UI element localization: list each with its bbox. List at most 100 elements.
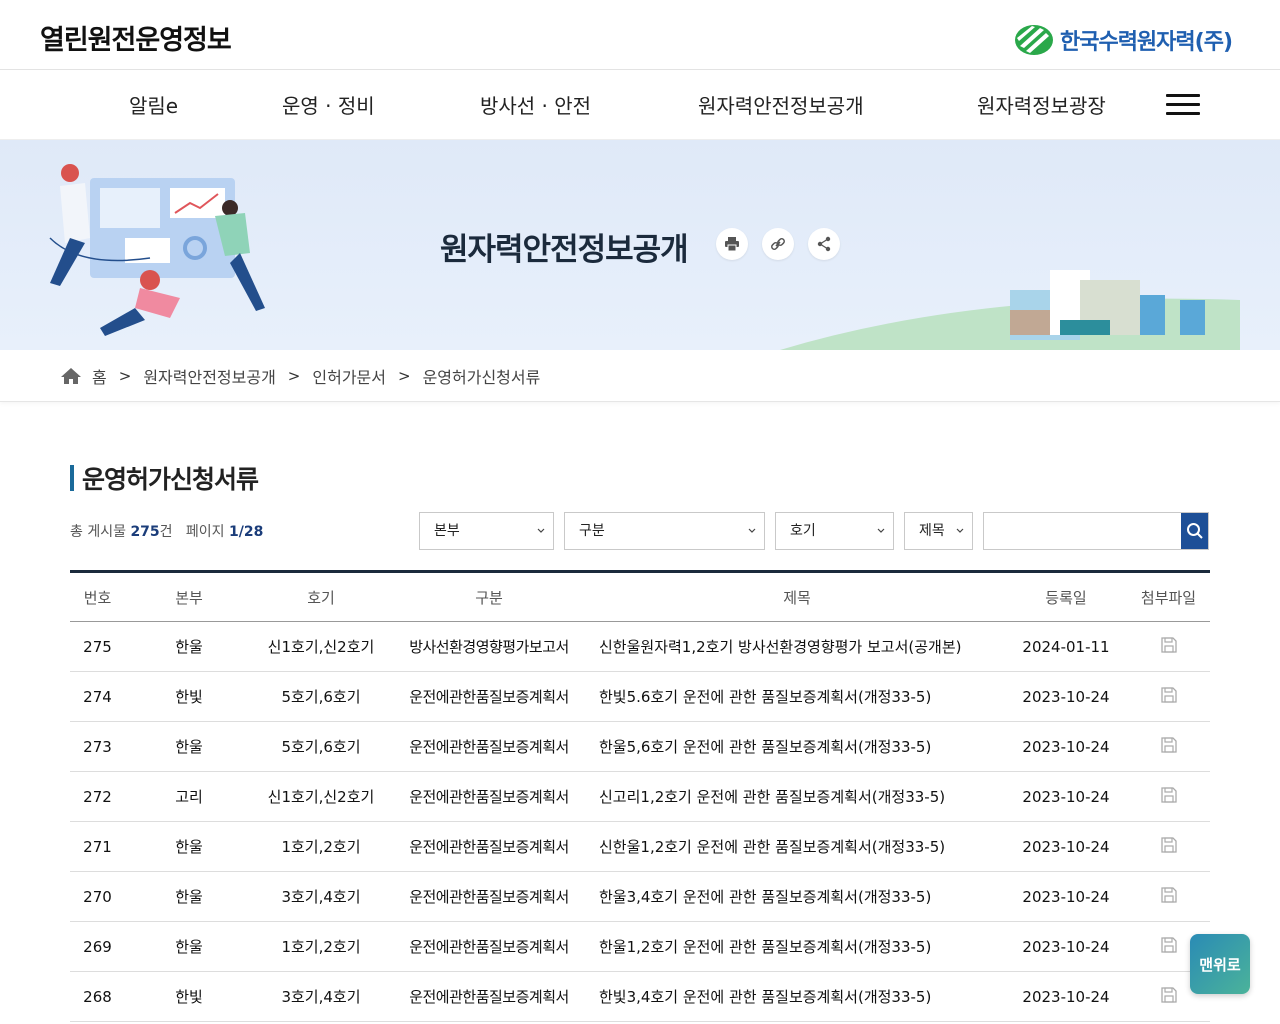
row-date: 2023-10-24: [1005, 721, 1127, 772]
row-no: 273: [70, 721, 125, 772]
chevron-down-icon: [537, 528, 545, 533]
breadcrumb-separator: >: [118, 366, 132, 385]
category-select[interactable]: 구분: [564, 512, 765, 550]
save-file-icon[interactable]: [1160, 686, 1178, 704]
row-unit: 3호기,4호기: [253, 871, 389, 922]
row-title-link[interactable]: 한빛3,4호기 운전에 관한 품질보증계획서(개정33-5): [589, 971, 1005, 1022]
save-file-icon[interactable]: [1160, 986, 1178, 1004]
row-unit: 신1호기,신2호기: [253, 621, 389, 672]
page-banner: 원자력안전정보공개: [0, 140, 1280, 350]
row-attachment: [1127, 671, 1210, 722]
nav-item-notice[interactable]: 알림e: [129, 90, 178, 119]
table-row[interactable]: 273 한울 5호기,6호기 운전에관한품질보증계획서 한울5,6호기 운전에 관한 품…: [70, 721, 1210, 772]
table-header-row: 번호 본부 호기 구분 제목 등록일 첨부파일: [70, 571, 1210, 622]
row-unit: 3호기,4호기: [253, 971, 389, 1022]
row-date: 2023-10-24: [1005, 771, 1127, 822]
brand-logo[interactable]: 한국수력원자력(주): [1014, 24, 1233, 56]
row-title-link[interactable]: 한빛5.6호기 운전에 관한 품질보증계획서(개정33-5): [589, 671, 1005, 722]
col-header-attachment: 첨부파일: [1127, 571, 1210, 622]
nav-item-operation[interactable]: 운영 · 정비: [282, 90, 375, 119]
row-title-link[interactable]: 한울1,2호기 운전에 관한 품질보증계획서(개정33-5): [589, 921, 1005, 972]
back-to-top-button[interactable]: 맨위로: [1190, 934, 1250, 994]
row-date: 2023-10-24: [1005, 871, 1127, 922]
col-header-category: 구분: [389, 571, 589, 622]
save-file-icon[interactable]: [1160, 736, 1178, 754]
nav-item-nuclear-plaza[interactable]: 원자력정보광장: [977, 90, 1106, 119]
page-title: 운영허가신청서류: [70, 460, 259, 496]
main-navigation: 알림e 운영 · 정비 방사선 · 안전 원자력안전정보공개 원자력정보광장: [0, 70, 1280, 140]
row-category: 운전에관한품질보증계획서: [389, 921, 589, 972]
nav-item-safety-info[interactable]: 원자력안전정보공개: [698, 90, 864, 119]
banner-title: 원자력안전정보공개: [440, 232, 689, 268]
row-no: 270: [70, 871, 125, 922]
breadcrumb-safety-info[interactable]: 원자력안전정보공개: [143, 364, 275, 388]
nav-item-radiation[interactable]: 방사선 · 안전: [480, 90, 591, 119]
breadcrumb-separator: >: [397, 366, 411, 385]
row-no: 274: [70, 671, 125, 722]
row-unit: 1호기,2호기: [253, 821, 389, 872]
row-attachment: [1127, 871, 1210, 922]
row-hq: 고리: [125, 771, 253, 822]
table-row[interactable]: 271 한울 1호기,2호기 운전에관한품질보증계획서 신한울1,2호기 운전에 관한 …: [70, 821, 1210, 872]
print-icon[interactable]: [716, 228, 748, 260]
heading-accent-bar: [70, 465, 74, 491]
row-no: 268: [70, 971, 125, 1022]
row-hq: 한울: [125, 621, 253, 672]
table-row[interactable]: 268 한빛 3호기,4호기 운전에관한품질보증계획서 한빛3,4호기 운전에 관한 품…: [70, 971, 1210, 1022]
table-row[interactable]: 272 고리 신1호기,신2호기 운전에관한품질보증계획서 신고리1,2호기 운전에 관…: [70, 771, 1210, 822]
table-row[interactable]: 269 한울 1호기,2호기 운전에관한품질보증계획서 한울1,2호기 운전에 관한 품…: [70, 921, 1210, 972]
row-category: 운전에관한품질보증계획서: [389, 821, 589, 872]
page-title-text: 운영허가신청서류: [82, 465, 259, 494]
row-category: 방사선환경영향평가보고서: [389, 621, 589, 672]
save-file-icon[interactable]: [1160, 786, 1178, 804]
total-label: 총 게시물: [70, 524, 126, 540]
row-title-link[interactable]: 한울3,4호기 운전에 관한 품질보증계획서(개정33-5): [589, 871, 1005, 922]
search-field-select[interactable]: 제목: [904, 512, 973, 550]
unit-select[interactable]: 호기: [775, 512, 894, 550]
table-row[interactable]: 274 한빛 5호기,6호기 운전에관한품질보증계획서 한빛5.6호기 운전에 관한 품…: [70, 671, 1210, 722]
col-header-date: 등록일: [1005, 571, 1127, 622]
row-date: 2024-01-11: [1005, 621, 1127, 672]
document-table: 번호 본부 호기 구분 제목 등록일 첨부파일 275 한울 신1호기,신2호기 방사…: [70, 570, 1210, 1022]
row-category: 운전에관한품질보증계획서: [389, 771, 589, 822]
power-plant-illustration-icon: [780, 270, 1240, 350]
row-no: 271: [70, 821, 125, 872]
row-date: 2023-10-24: [1005, 671, 1127, 722]
category-select-value: 구분: [579, 523, 605, 539]
search-input[interactable]: [984, 513, 1181, 549]
site-header: 열린원전운영정보 한국수력원자력(주): [0, 0, 1280, 70]
row-hq: 한울: [125, 871, 253, 922]
row-title-link[interactable]: 신한울원자력1,2호기 방사선환경영향평가 보고서(공개본): [589, 621, 1005, 672]
search-button[interactable]: [1181, 513, 1208, 549]
save-file-icon[interactable]: [1160, 636, 1178, 654]
save-file-icon[interactable]: [1160, 936, 1178, 954]
breadcrumb-license-docs[interactable]: 인허가문서: [312, 364, 386, 388]
table-row[interactable]: 270 한울 3호기,4호기 운전에관한품질보증계획서 한울3,4호기 운전에 관한 품…: [70, 871, 1210, 922]
row-no: 269: [70, 921, 125, 972]
home-icon[interactable]: [60, 367, 82, 385]
breadcrumb-home[interactable]: 홈: [92, 364, 107, 388]
row-title-link[interactable]: 한울5,6호기 운전에 관한 품질보증계획서(개정33-5): [589, 721, 1005, 772]
table-row[interactable]: 275 한울 신1호기,신2호기 방사선환경영향평가보고서 신한울원자력1,2호기 방사…: [70, 621, 1210, 672]
row-hq: 한울: [125, 921, 253, 972]
row-date: 2023-10-24: [1005, 921, 1127, 972]
row-date: 2023-10-24: [1005, 971, 1127, 1022]
row-category: 운전에관한품질보증계획서: [389, 671, 589, 722]
breadcrumb-separator: >: [287, 366, 301, 385]
hamburger-icon[interactable]: [1166, 94, 1200, 116]
row-hq: 한울: [125, 721, 253, 772]
col-header-unit: 호기: [253, 571, 389, 622]
division-select[interactable]: 본부: [419, 512, 554, 550]
row-title-link[interactable]: 신고리1,2호기 운전에 관한 품질보증계획서(개정33-5): [589, 771, 1005, 822]
total-count: 275: [130, 524, 160, 540]
save-file-icon[interactable]: [1160, 886, 1178, 904]
row-title-link[interactable]: 신한울1,2호기 운전에 관한 품질보증계획서(개정33-5): [589, 821, 1005, 872]
search-field-select-value: 제목: [919, 523, 945, 539]
breadcrumb-current[interactable]: 운영허가신청서류: [423, 364, 541, 388]
row-unit: 5호기,6호기: [253, 671, 389, 722]
row-category: 운전에관한품질보증계획서: [389, 871, 589, 922]
save-file-icon[interactable]: [1160, 836, 1178, 854]
chevron-down-icon: [748, 528, 756, 533]
row-unit: 1호기,2호기: [253, 921, 389, 972]
site-title[interactable]: 열린원전운영정보: [40, 18, 232, 57]
